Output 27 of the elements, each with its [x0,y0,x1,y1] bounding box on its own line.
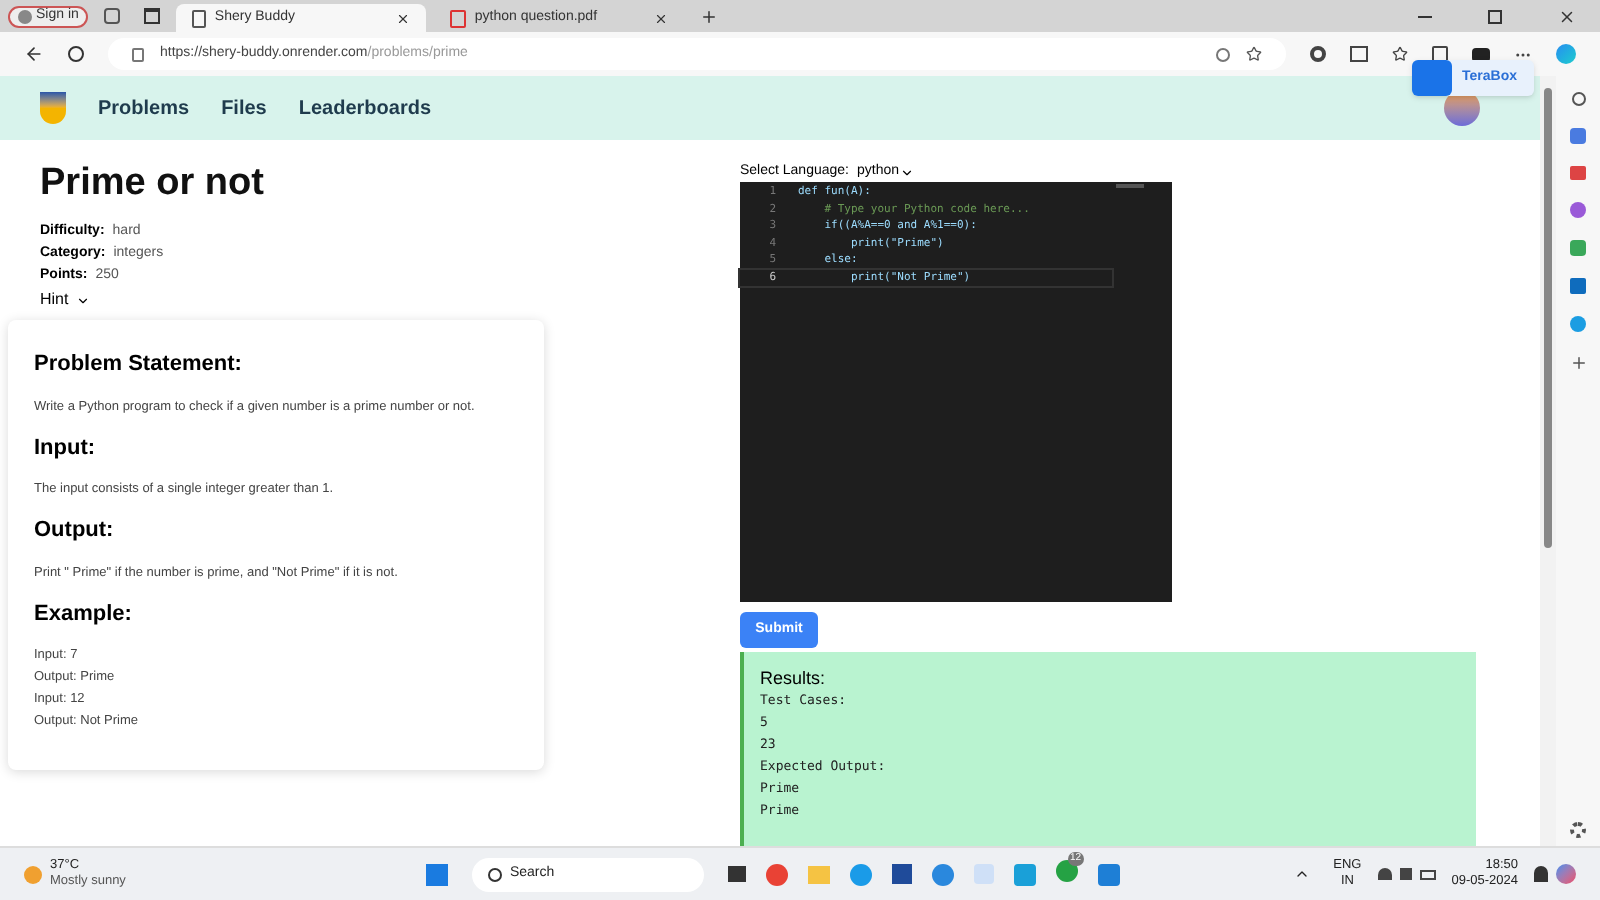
close-icon[interactable] [654,11,669,25]
maximize-icon[interactable] [1488,9,1502,23]
back-icon[interactable] [24,44,44,64]
star-icon[interactable] [1246,46,1262,62]
section-heading: Output: [34,516,116,546]
section-heading: Problem Statement: [34,350,244,380]
pdf-file-icon [450,9,467,27]
profile-icon [18,9,32,23]
section-heading: Example: [34,599,134,629]
chevron-icon [76,293,91,307]
scrollbar[interactable] [1540,76,1556,846]
chevron-icon [899,165,914,179]
add-icon[interactable] [1569,354,1587,372]
nav-link[interactable]: Leaderboards [298,93,432,123]
close-icon[interactable] [1558,7,1576,25]
nav-link[interactable]: Problems [98,93,190,123]
nav-link[interactable]: Files [221,93,267,123]
page-icon [192,9,207,27]
section-heading: Input: [34,433,98,463]
favorites-icon[interactable] [1392,46,1408,62]
new-tab-icon[interactable] [700,7,719,25]
close-icon[interactable] [396,11,411,25]
problem-title: Prime or not [40,164,266,204]
results-title: Results: [760,668,828,690]
tray-chevron-icon[interactable] [1293,866,1310,882]
hint-toggle[interactable]: Hint [40,288,91,312]
minimize-icon[interactable] [1418,15,1432,17]
